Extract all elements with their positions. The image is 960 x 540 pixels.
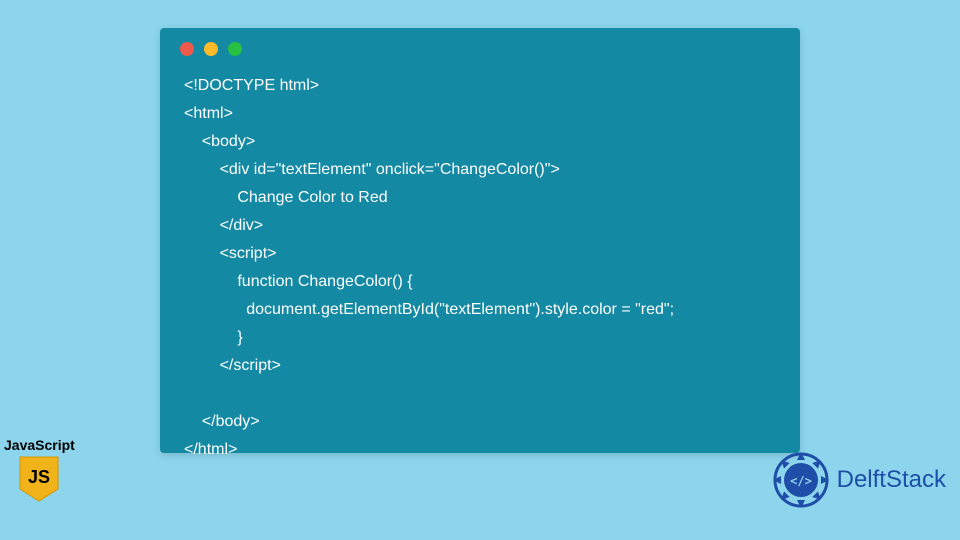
delftstack-brand-text: DelftStack [837, 466, 946, 494]
window-minimize-icon[interactable] [204, 42, 218, 56]
js-icon-text: JS [28, 467, 50, 487]
delftstack-logo: </> DelftStack [771, 450, 946, 510]
javascript-label: JavaScript [4, 437, 75, 453]
javascript-badge: JavaScript JS [4, 437, 75, 508]
javascript-shield-icon: JS [18, 455, 60, 503]
window-traffic-lights [160, 28, 800, 66]
code-block: <!DOCTYPE html> <html> <body> <div id="t… [160, 66, 800, 484]
code-window: <!DOCTYPE html> <html> <body> <div id="t… [160, 28, 800, 453]
window-maximize-icon[interactable] [228, 42, 242, 56]
svg-text:</>: </> [790, 474, 812, 488]
window-close-icon[interactable] [180, 42, 194, 56]
delftstack-gear-icon: </> [771, 450, 831, 510]
